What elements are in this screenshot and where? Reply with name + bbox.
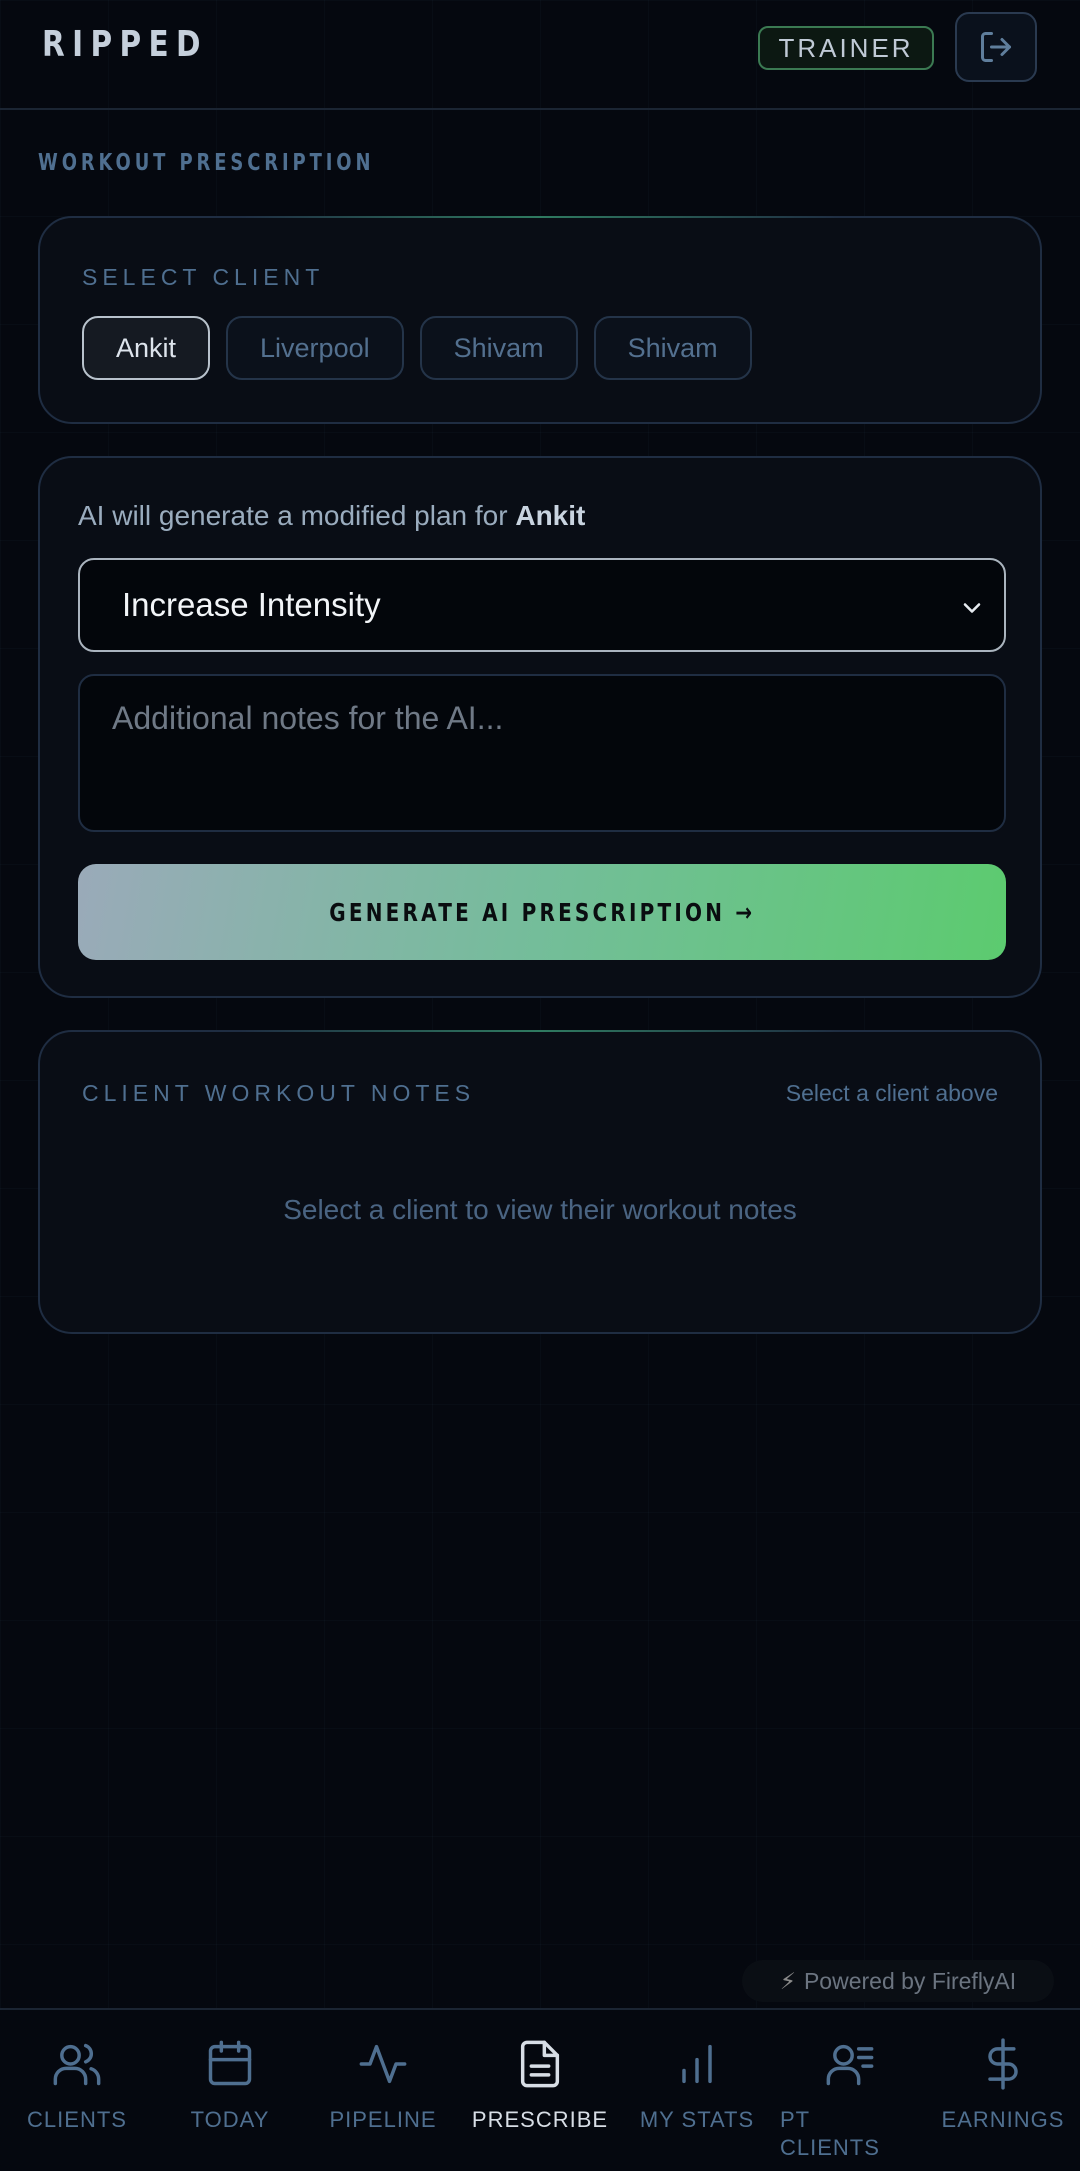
powered-by-text: Powered by FireflyAI <box>803 1967 1017 1994</box>
nav-label-prescribe: PRESCRIBE <box>471 2107 609 2132</box>
mode-select-value: Increase Intensity <box>122 586 381 623</box>
workout-notes-empty-state: Select a client to view their workout no… <box>283 1194 797 1225</box>
select-client-label: SELECT CLIENT <box>82 264 325 290</box>
logout-icon <box>981 32 1011 62</box>
nav-label-today: TODAY <box>190 2107 270 2132</box>
client-chip-shivam-2[interactable]: Shivam <box>593 316 752 380</box>
client-select-card: SELECT CLIENT Ankit Liverpool Shivam Shi… <box>38 216 1042 424</box>
activity-icon <box>359 2044 407 2084</box>
nav-label-pipeline: PIPELINE <box>329 2107 437 2132</box>
nav-label-earnings: EARNINGS <box>941 2107 1065 2132</box>
nav-item-earnings[interactable]: EARNINGS <box>928 2038 1078 2134</box>
nav-item-my-stats[interactable]: MY STATS <box>622 2038 772 2134</box>
app-header: RIPPED TRAINER <box>0 0 1080 110</box>
nav-label-clients: CLIENTS <box>27 2107 127 2132</box>
prescription-card: AI will generate a modified plan for Ank… <box>38 456 1042 998</box>
client-chip-list: Ankit Liverpool Shivam Shivam <box>82 316 752 380</box>
client-chip-liverpool[interactable]: Liverpool <box>226 316 404 380</box>
user-list-icon <box>826 2044 874 2086</box>
ai-plan-description: AI will generate a modified plan for Ank… <box>78 500 585 532</box>
brand-logo: RIPPED <box>42 24 208 65</box>
dollar-icon <box>988 2038 1018 2090</box>
client-chip-ankit[interactable]: Ankit <box>82 316 211 380</box>
powered-by-badge: ⚡ Powered by FireflyAI <box>742 1960 1054 2002</box>
nav-label-pt-clients: PT CLIENTS <box>780 2107 880 2160</box>
nav-label-my-stats: MY STATS <box>639 2107 755 2132</box>
file-text-icon <box>520 2040 560 2088</box>
nav-item-pt-clients[interactable]: PT CLIENTS <box>775 2038 925 2162</box>
ai-plan-client-name: Ankit <box>515 500 586 531</box>
generate-prescription-label: GENERATE AI PRESCRIPTION → <box>328 897 755 927</box>
logout-button[interactable] <box>955 12 1037 82</box>
ai-notes-input[interactable] <box>78 674 1006 832</box>
bolt-icon: ⚡ <box>779 1967 796 1994</box>
calendar-icon <box>208 2040 252 2086</box>
role-badge: TRAINER <box>758 26 934 70</box>
users-icon <box>53 2043 101 2086</box>
workout-notes-card: CLIENT WORKOUT NOTES Select a client abo… <box>38 1030 1042 1334</box>
nav-item-pipeline[interactable]: PIPELINE <box>308 2038 458 2134</box>
page-title: WORKOUT PRESCRIPTION <box>38 150 375 176</box>
generate-prescription-button[interactable]: GENERATE AI PRESCRIPTION → <box>78 864 1006 960</box>
chevron-down-icon <box>963 603 981 613</box>
workout-notes-label: CLIENT WORKOUT NOTES <box>82 1080 476 1106</box>
nav-item-prescribe[interactable]: PRESCRIBE <box>465 2038 615 2134</box>
nav-item-today[interactable]: TODAY <box>155 2038 305 2134</box>
mode-select[interactable]: Increase Intensity <box>78 558 1006 652</box>
workout-notes-hint: Select a client above <box>785 1080 998 1106</box>
bar-chart-icon <box>682 2044 712 2084</box>
ai-plan-prefix: AI will generate a modified plan for <box>78 500 516 531</box>
client-chip-shivam-1[interactable]: Shivam <box>419 316 578 380</box>
bottom-nav: CLIENTS TODAY PIPELINE PRESCRIBE MY STAT… <box>0 2008 1080 2171</box>
nav-item-clients[interactable]: CLIENTS <box>2 2038 152 2134</box>
